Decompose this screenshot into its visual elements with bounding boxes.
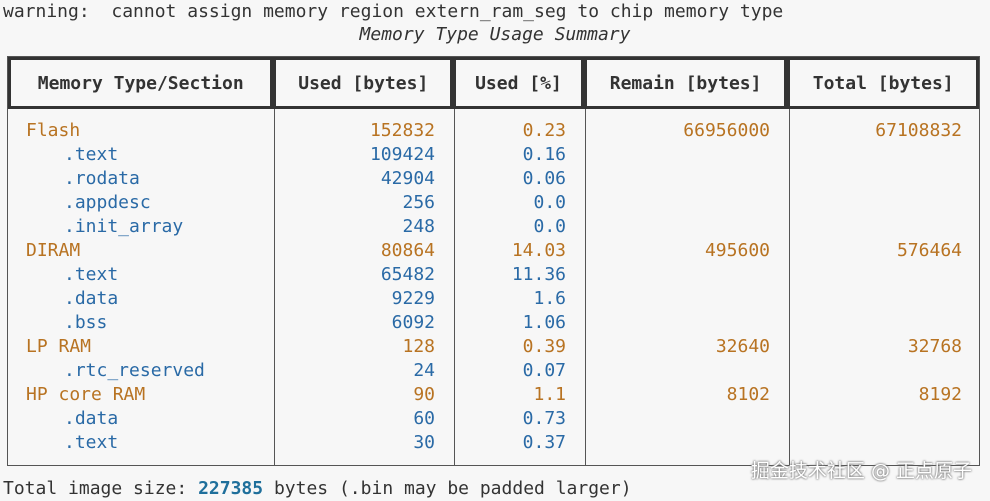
- cell-used-bytes: 128: [402, 336, 435, 357]
- cell-name: LP RAM: [26, 336, 92, 357]
- cell-used-bytes: 109424: [369, 144, 435, 165]
- header-remain-bytes: Remain [bytes]: [583, 57, 788, 109]
- header-used-percent: Used [%]: [453, 57, 584, 109]
- section-row: .rtc_reserved 24 0.07: [8, 359, 979, 383]
- table-header: Memory Type/Section Used [bytes] Used [%…: [8, 57, 979, 109]
- cell-total-bytes: 8192: [918, 384, 962, 405]
- cell-name: DIRAM: [26, 240, 81, 261]
- cell-used-percent: 0.06: [522, 168, 566, 189]
- cell-name: .data: [64, 408, 119, 429]
- total-image-size: Total image size: 227385 bytes (.bin may…: [3, 477, 632, 501]
- cell-used-bytes: 24: [413, 360, 435, 381]
- cell-used-bytes: 90: [413, 384, 435, 405]
- cell-used-bytes: 256: [402, 192, 435, 213]
- warning-message: warning: cannot assign memory region ext…: [3, 1, 784, 22]
- cell-name: .init_array: [64, 216, 184, 237]
- section-row: .text 109424 0.16: [8, 143, 979, 167]
- cell-used-bytes: 30: [413, 432, 435, 453]
- cell-name: .text: [64, 432, 119, 453]
- cell-used-bytes: 6092: [391, 312, 435, 333]
- header-used-bytes: Used [bytes]: [273, 57, 454, 109]
- cell-name: .text: [64, 144, 119, 165]
- section-row: .text 65482 11.36: [8, 263, 979, 287]
- header-memory-type: Memory Type/Section: [8, 57, 274, 109]
- watermark: 掘金技术社区 @ 正点原子: [750, 460, 972, 482]
- cell-name: .data: [64, 288, 119, 309]
- section-row: .init_array 248 0.0: [8, 215, 979, 239]
- cell-name: .rtc_reserved: [64, 360, 205, 381]
- cell-remain-bytes: 66956000: [683, 120, 770, 141]
- cell-used-percent: 0.16: [522, 144, 566, 165]
- cell-used-bytes: 9229: [391, 288, 435, 309]
- cell-used-percent: 1.1: [533, 384, 566, 405]
- cell-used-percent: 0.0: [533, 216, 566, 237]
- cell-used-bytes: 80864: [380, 240, 435, 261]
- memory-type-row: HP core RAM 90 1.1 8102 8192: [8, 383, 979, 407]
- cell-used-bytes: 42904: [380, 168, 435, 189]
- memory-usage-table: Memory Type/Section Used [bytes] Used [%…: [7, 56, 980, 466]
- footer-prefix: Total image size:: [3, 478, 199, 499]
- section-row: .text 30 0.37: [8, 431, 979, 455]
- total-size-value: 227385: [198, 478, 264, 499]
- summary-title: Memory Type Usage Summary: [359, 24, 631, 45]
- cell-name: .appdesc: [64, 192, 151, 213]
- cell-used-percent: 0.23: [522, 120, 566, 141]
- header-total-bytes: Total [bytes]: [787, 57, 979, 109]
- memory-type-row: LP RAM 128 0.39 32640 32768: [8, 335, 979, 359]
- cell-used-percent: 14.03: [511, 240, 566, 261]
- cell-total-bytes: 32768: [907, 336, 962, 357]
- cell-used-percent: 0.0: [533, 192, 566, 213]
- section-row: .data 9229 1.6: [8, 287, 979, 311]
- cell-total-bytes: 67108832: [875, 120, 962, 141]
- cell-used-percent: 0.37: [522, 432, 566, 453]
- cell-remain-bytes: 495600: [704, 240, 770, 261]
- cell-used-percent: 0.73: [522, 408, 566, 429]
- cell-used-percent: 0.07: [522, 360, 566, 381]
- section-row: .appdesc 256 0.0: [8, 191, 979, 215]
- memory-type-row: Flash 152832 0.23 66956000 67108832: [8, 119, 979, 143]
- cell-remain-bytes: 8102: [726, 384, 770, 405]
- cell-name: .text: [64, 264, 119, 285]
- cell-name: Flash: [26, 120, 81, 141]
- cell-used-bytes: 60: [413, 408, 435, 429]
- section-row: .rodata 42904 0.06: [8, 167, 979, 191]
- cell-name: HP core RAM: [26, 384, 146, 405]
- cell-used-percent: 1.06: [522, 312, 566, 333]
- section-row: .data 60 0.73: [8, 407, 979, 431]
- cell-name: .rodata: [64, 168, 140, 189]
- footer-suffix: bytes (.bin may be padded larger): [263, 478, 632, 499]
- cell-used-percent: 11.36: [511, 264, 566, 285]
- cell-remain-bytes: 32640: [715, 336, 770, 357]
- cell-total-bytes: 576464: [896, 240, 962, 261]
- section-row: .bss 6092 1.06: [8, 311, 979, 335]
- memory-type-row: DIRAM 80864 14.03 495600 576464: [8, 239, 979, 263]
- cell-used-bytes: 248: [402, 216, 435, 237]
- cell-used-bytes: 65482: [380, 264, 435, 285]
- cell-used-percent: 1.6: [533, 288, 566, 309]
- cell-used-percent: 0.39: [522, 336, 566, 357]
- cell-used-bytes: 152832: [369, 120, 435, 141]
- cell-name: .bss: [64, 312, 108, 333]
